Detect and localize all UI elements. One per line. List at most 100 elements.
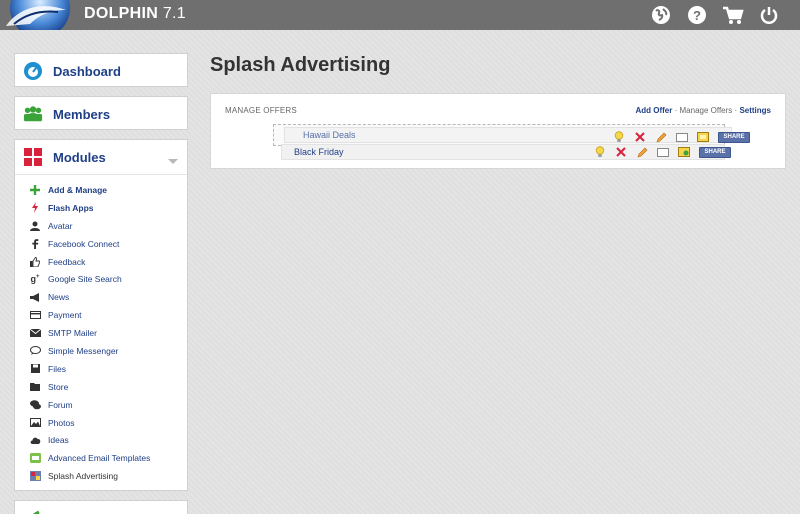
sidebar-module-item[interactable]: g+ Google Site Search xyxy=(15,270,187,288)
lightbulb-icon[interactable] xyxy=(594,146,606,158)
preview-icon[interactable] xyxy=(676,131,688,143)
svg-text:?: ? xyxy=(693,8,701,23)
module-item-label: Add & Manage xyxy=(48,184,108,195)
sidebar-module-item[interactable]: Simple Messenger xyxy=(15,342,187,360)
save-icon xyxy=(29,363,41,375)
module-item-label: Feedback xyxy=(48,256,86,267)
plus-icon xyxy=(29,184,41,196)
module-item-label: Advanced Email Templates xyxy=(48,453,151,464)
brand-name: DOLPHIN xyxy=(84,5,159,22)
module-item-label: Ideas xyxy=(48,435,69,446)
sidebar-module-item[interactable]: News xyxy=(15,288,187,306)
picture-icon xyxy=(29,417,41,429)
offer-name[interactable]: Hawaii Deals xyxy=(303,130,356,140)
module-item-label: Google Site Search xyxy=(48,274,122,285)
chat-icon xyxy=(29,345,41,357)
credit-card-icon xyxy=(29,309,41,321)
splash-preview-icon[interactable] xyxy=(697,131,709,143)
facebook-share-button[interactable]: SHARE xyxy=(718,131,750,143)
delete-icon[interactable] xyxy=(615,146,627,158)
offer-row-hawaii[interactable]: Hawaii Deals SHARE xyxy=(284,127,750,143)
settings-link[interactable]: Settings xyxy=(739,106,771,115)
sidebar-module-item[interactable]: Flash Apps xyxy=(15,199,187,217)
top-icons: ? xyxy=(650,4,780,26)
offer-drag-placeholder[interactable]: Hawaii Deals SHARE xyxy=(273,124,750,146)
thumbs-up-icon xyxy=(29,256,41,268)
sidebar-module-item[interactable]: Forum xyxy=(15,396,187,414)
module-item-label: SMTP Mailer xyxy=(48,328,97,339)
user-icon xyxy=(29,220,41,232)
sidebar-item-modules[interactable]: Modules xyxy=(15,140,187,174)
module-item-label: Forum xyxy=(48,399,73,410)
add-offer-link[interactable]: Add Offer xyxy=(635,106,672,115)
folder-icon xyxy=(29,381,41,393)
flash-icon xyxy=(29,202,41,214)
offer-actions: SHARE xyxy=(594,146,731,158)
sidebar-module-item[interactable]: Feedback xyxy=(15,253,187,271)
sidebar-module-item[interactable]: Advanced Email Templates xyxy=(15,449,187,467)
sidebar-item-label: Modules xyxy=(53,149,106,165)
power-icon[interactable] xyxy=(758,4,780,26)
sidebar-module-item[interactable]: SMTP Mailer xyxy=(15,324,187,342)
help-icon[interactable]: ? xyxy=(686,4,708,26)
module-item-label: Files xyxy=(48,363,66,374)
module-item-label: Store xyxy=(48,381,69,392)
sidebar-module-item[interactable]: Splash Advertising xyxy=(15,467,187,485)
modules-list: Add & Manage Flash Apps Avatar Facebook Con… xyxy=(15,174,187,489)
edit-pencil-icon[interactable] xyxy=(636,146,648,158)
sidebar-module-item[interactable]: Add & Manage xyxy=(15,181,187,199)
grid-icon xyxy=(23,147,43,167)
sidebar-module-item[interactable]: Payment xyxy=(15,306,187,324)
google-plus-icon: g+ xyxy=(30,274,40,285)
panel-actions: Add Offer · Manage Offers · Settings xyxy=(635,106,771,115)
users-icon xyxy=(23,104,43,124)
sidebar-section-modules: Modules Add & Manage Flash Apps Avatar Face… xyxy=(14,139,188,491)
module-item-label: Payment xyxy=(48,310,82,321)
edit-pencil-icon[interactable] xyxy=(655,131,667,143)
chevron-down-icon[interactable] xyxy=(167,152,179,170)
sidebar-item-dashboard[interactable]: Dashboard xyxy=(14,53,188,87)
lightbulb-icon[interactable] xyxy=(613,131,625,143)
module-item-label: Splash Advertising xyxy=(48,471,118,482)
comments-icon xyxy=(29,399,41,411)
email-template-icon xyxy=(29,452,41,464)
sidebar-module-item[interactable]: Files xyxy=(15,360,187,378)
gauge-icon xyxy=(23,61,43,81)
megaphone-icon xyxy=(29,291,41,303)
sidebar-module-item[interactable]: Photos xyxy=(15,414,187,432)
module-item-label: News xyxy=(48,292,70,303)
manage-offers-current: Manage Offers xyxy=(679,106,733,115)
sidebar-module-item[interactable]: Store xyxy=(15,378,187,396)
brand-title: DOLPHIN 7.1 xyxy=(84,5,186,23)
separator: · xyxy=(734,106,738,115)
tools-icon xyxy=(23,508,43,514)
separator: · xyxy=(674,106,678,115)
envelope-icon xyxy=(29,327,41,339)
brand-version: 7.1 xyxy=(162,5,187,22)
offer-row-black-friday[interactable]: Black Friday SHARE xyxy=(281,144,731,160)
module-item-label: Facebook Connect xyxy=(48,238,120,249)
dolphin-logo-icon[interactable] xyxy=(0,0,76,30)
cloud-icon xyxy=(29,434,41,446)
sidebar-item-tools[interactable] xyxy=(14,500,188,514)
page-title: Splash Advertising xyxy=(210,54,391,76)
top-bar: DOLPHIN 7.1 ? xyxy=(0,0,800,30)
splash-preview-icon[interactable] xyxy=(678,146,690,158)
sidebar-module-item[interactable]: Avatar xyxy=(15,217,187,235)
offer-actions: SHARE xyxy=(613,131,750,143)
manage-offers-panel: MANAGE OFFERS Add Offer · Manage Offers … xyxy=(210,93,786,169)
offer-name[interactable]: Black Friday xyxy=(294,147,344,157)
cart-icon[interactable] xyxy=(722,4,744,26)
delete-icon[interactable] xyxy=(634,131,646,143)
sidebar-item-label: Dashboard xyxy=(53,63,121,79)
module-item-label: Simple Messenger xyxy=(48,345,119,356)
sidebar-item-members[interactable]: Members xyxy=(14,96,188,130)
splash-icon xyxy=(29,470,41,482)
globe-icon[interactable] xyxy=(650,4,672,26)
sidebar-module-item[interactable]: Ideas xyxy=(15,431,187,449)
preview-icon[interactable] xyxy=(657,146,669,158)
panel-label: MANAGE OFFERS xyxy=(225,106,297,115)
facebook-share-button[interactable]: SHARE xyxy=(699,146,731,158)
sidebar-module-item[interactable]: Facebook Connect xyxy=(15,235,187,253)
module-item-label: Photos xyxy=(48,417,75,428)
